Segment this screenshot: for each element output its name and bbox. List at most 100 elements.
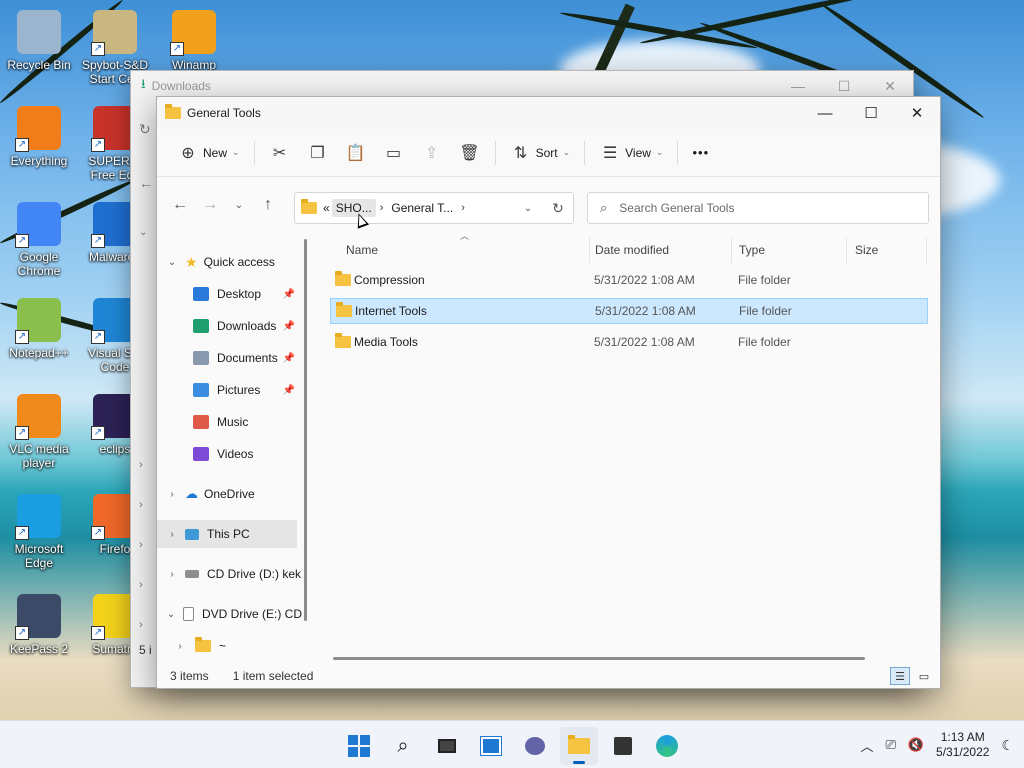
shortcut-arrow-icon: ↗ (91, 426, 105, 440)
close-icon[interactable]: ✕ (867, 78, 913, 95)
search-icon[interactable]: ⌕ (384, 727, 422, 765)
chevron-right-icon[interactable]: › (457, 202, 469, 214)
column-header-name[interactable]: Name (338, 237, 590, 263)
sidebar-item-label: Videos (217, 447, 254, 461)
address-history-chevron-icon[interactable]: ⌄ (513, 203, 543, 214)
volume-muted-icon[interactable]: 🔇 (908, 737, 924, 753)
notifications-icon[interactable]: ☾ (1001, 737, 1014, 754)
back-arrow-icon[interactable]: ← (139, 175, 153, 191)
up-arrow-icon[interactable]: ↑ (253, 196, 283, 214)
sidebar-item-label: DVD Drive (E:) CD (201, 607, 302, 621)
address-overflow-icon[interactable]: « (323, 201, 330, 215)
copy-button[interactable]: ❐ (299, 137, 337, 169)
desktop-shortcut[interactable]: ↗ Google Chrome (1, 202, 77, 278)
see-more-button[interactable]: ••• (684, 137, 717, 169)
desktop-shortcut[interactable]: ↗ Notepad++ (1, 298, 77, 360)
shortcut-arrow-icon: ↗ (15, 426, 29, 440)
teams-chat-icon[interactable] (516, 727, 554, 765)
sidebar-item-label: Pictures (217, 383, 261, 397)
chevron-right-icon[interactable]: › (139, 539, 143, 551)
chevron-right-icon[interactable]: › (139, 459, 143, 471)
sidebar-item-videos[interactable]: Videos (157, 440, 297, 468)
horizontal-scrollbar[interactable] (333, 657, 865, 660)
refresh-icon[interactable]: ↻ (543, 200, 573, 217)
details-view-icon[interactable]: ☰ (890, 667, 910, 685)
sidebar-item-pictures[interactable]: Pictures 📌 (157, 376, 297, 404)
chevron-right-icon[interactable]: › (165, 489, 179, 500)
recent-locations-chevron-icon[interactable]: ⌄ (225, 200, 253, 211)
widgets-icon[interactable] (472, 727, 510, 765)
edge-icon[interactable] (648, 727, 686, 765)
desktop-shortcut[interactable]: ↗ Winamp (156, 10, 232, 72)
paste-button[interactable]: 📋 (337, 137, 375, 169)
close-icon[interactable]: ✕ (894, 97, 940, 129)
sidebar-item-quick-access[interactable]: ⌄ ★ Quick access (157, 248, 297, 276)
network-icon[interactable]: ⎚ (885, 737, 895, 753)
tiles-view-icon[interactable]: ▭ (914, 667, 934, 685)
desktop-shortcut-label: Recycle Bin (7, 58, 71, 72)
chevron-right-icon[interactable]: › (165, 529, 179, 540)
explorer-titlebar[interactable]: General Tools — ☐ ✕ (157, 97, 940, 129)
desktop-shortcut[interactable]: ↗ Microsoft Edge (1, 494, 77, 570)
clock[interactable]: 1:13 AM 5/31/2022 (936, 730, 989, 760)
search-input[interactable]: ⌕ Search General Tools (587, 192, 929, 224)
task-view-icon[interactable] (428, 727, 466, 765)
file-row[interactable]: Media Tools 5/31/2022 1:08 AM File folder (330, 329, 928, 355)
new-button[interactable]: ⊕ New ⌄ (169, 137, 248, 169)
desktop-shortcut[interactable]: ↗ KeePass 2 (1, 594, 77, 656)
chevron-down-icon[interactable]: ⌄ (165, 609, 177, 620)
chevron-right-icon[interactable]: › (173, 641, 187, 652)
sidebar-item-subfolder[interactable]: › ~ (157, 632, 297, 660)
column-header-size[interactable]: Size (847, 237, 927, 263)
sidebar-item-music[interactable]: Music (157, 408, 297, 436)
search-icon: ⌕ (600, 200, 608, 215)
sidebar-item-downloads[interactable]: Downloads 📌 (157, 312, 297, 340)
sort-label: Sort (535, 145, 558, 160)
desktop-shortcut[interactable]: ↗ VLC media player (1, 394, 77, 470)
refresh-icon[interactable]: ↻ (139, 121, 151, 138)
cut-button[interactable]: ✂ (261, 137, 299, 169)
sidebar-item-dvd-drive[interactable]: ⌄ DVD Drive (E:) CD (157, 600, 302, 628)
desktop-shortcut[interactable]: ↗ Everything (1, 106, 77, 168)
shortcut-arrow-icon: ↗ (91, 626, 105, 640)
maximize-icon[interactable]: ☐ (848, 97, 894, 129)
pin-icon: 📌 (282, 384, 295, 396)
chevron-down-icon[interactable]: ⌄ (165, 257, 179, 268)
navigation-scrollbar[interactable] (304, 239, 307, 621)
breadcrumb-segment[interactable]: General T... (387, 199, 457, 217)
sidebar-item-documents[interactable]: Documents 📌 (157, 344, 297, 372)
rename-button[interactable]: ▭ (375, 137, 413, 169)
view-button[interactable]: ☰ View ⌄ (591, 137, 671, 169)
file-row[interactable]: Internet Tools 5/31/2022 1:08 AM File fold… (330, 298, 928, 324)
desktop-shortcut[interactable]: Recycle Bin (1, 10, 77, 72)
sidebar-item-this-pc[interactable]: › This PC (157, 520, 297, 548)
sort-button[interactable]: ⇅ Sort ⌄ (502, 137, 579, 169)
chevron-right-icon[interactable]: › (165, 569, 179, 580)
share-button[interactable]: ⇪ (413, 137, 451, 169)
back-arrow-icon[interactable]: ← (165, 196, 195, 214)
windows-start-icon[interactable] (340, 727, 378, 765)
minimize-icon[interactable]: — (775, 78, 821, 94)
minimize-icon[interactable]: — (802, 97, 848, 129)
delete-button[interactable]: 🗑 (451, 137, 489, 169)
address-bar[interactable]: « SHO... › General T... › ⌄ ↻ (294, 192, 574, 224)
sidebar-item-onedrive[interactable]: › ☁ OneDrive (157, 480, 297, 508)
chevron-right-icon[interactable]: › (376, 202, 388, 214)
chevron-down-icon[interactable]: ⌄ (139, 227, 147, 238)
file-row[interactable]: Compression 5/31/2022 1:08 AM File folder (330, 267, 928, 293)
sidebar-item-label: OneDrive (204, 487, 255, 501)
chevron-right-icon[interactable]: › (139, 499, 143, 511)
sidebar-item-cd-drive[interactable]: › CD Drive (D:) kek (157, 560, 302, 588)
sidebar-item-desktop[interactable]: Desktop 📌 (157, 280, 297, 308)
file-explorer-icon[interactable] (560, 727, 598, 765)
column-header-date[interactable]: Date modified (587, 237, 732, 263)
maximize-icon[interactable]: ☐ (821, 78, 867, 95)
store-icon[interactable] (604, 727, 642, 765)
chevron-right-icon[interactable]: › (139, 619, 143, 631)
chevron-right-icon[interactable]: › (139, 579, 143, 591)
file-explorer-window[interactable]: General Tools — ☐ ✕ ⊕ New ⌄ ✂ ❐ 📋 ▭ ⇪ 🗑 … (156, 96, 941, 689)
forward-arrow-icon[interactable]: → (195, 196, 225, 214)
desktop-shortcut-label: Everything (10, 154, 68, 168)
column-header-type[interactable]: Type (731, 237, 847, 263)
chevron-up-icon[interactable]: ︿ (860, 736, 873, 755)
